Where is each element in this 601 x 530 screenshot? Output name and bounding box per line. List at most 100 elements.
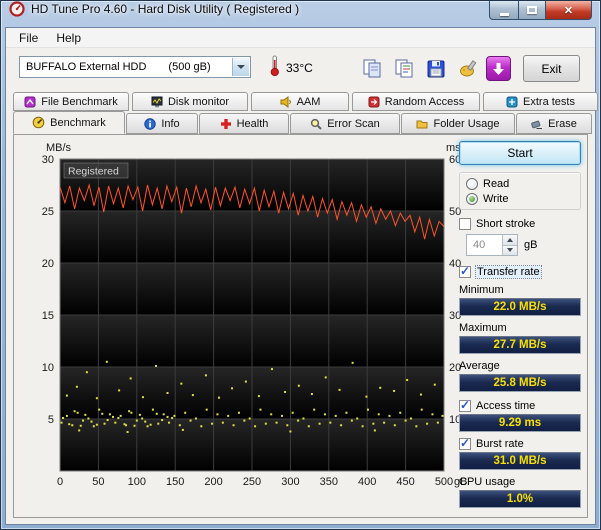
spinner-up-button[interactable] [502,235,517,246]
menu-file[interactable]: File [10,29,47,47]
svg-text:Registered: Registered [68,166,119,178]
checkbox-icon [459,398,471,412]
short-stroke-unit-label: gB [524,239,538,251]
benchmark-gauge-icon [32,116,45,129]
svg-text:150: 150 [166,476,184,488]
close-icon: ✕ [563,4,574,17]
benchmark-controls-panel: Start Read Write Short stroke 40 gB ✓ Tr… [459,141,581,513]
tab-extra-tests[interactable]: Extra tests [483,92,598,111]
tab-error-scan[interactable]: Error Scan [290,113,400,134]
info-icon [144,117,157,130]
svg-text:400: 400 [358,476,376,488]
spinner-down-button[interactable] [502,245,517,255]
svg-text:30: 30 [42,154,54,166]
minimize-icon [499,12,509,16]
maximize-button[interactable] [518,1,546,20]
svg-text:0: 0 [57,476,63,488]
chevron-down-icon [237,65,245,69]
cpu-usage-value: 1.0% [459,490,581,508]
combo-dropdown-button[interactable] [232,58,249,76]
checkbox-icon [459,218,471,230]
svg-text:450: 450 [396,476,414,488]
tab-disk-monitor[interactable]: Disk monitor [132,92,248,111]
access-time-checkbox[interactable]: Access time [459,398,581,412]
svg-text:250: 250 [243,476,261,488]
arrow-up-icon [507,237,513,242]
svg-text:MB/s: MB/s [46,142,72,154]
average-label: Average [459,360,500,372]
maximize-icon [527,6,537,14]
tab-info[interactable]: Info [126,113,198,134]
temperature-value: 33°C [286,61,313,75]
transfer-rate-checkbox[interactable]: Transfer rate [459,264,581,279]
folder-icon [416,120,428,128]
svg-text:500: 500 [435,476,453,488]
drive-name: BUFFALO External HDD [26,61,147,73]
drive-select[interactable]: BUFFALO External HDD (500 gB) [19,56,251,78]
disk-monitor-icon [151,96,163,107]
burst-rate-value: 31.0 MB/s [459,452,581,470]
tab-random-access[interactable]: Random Access [352,92,480,111]
maximum-value: 27.7 MB/s [459,336,581,354]
toolbar-buttons [358,55,511,82]
svg-text:5: 5 [48,414,54,426]
health-cross-icon [220,118,231,129]
minimum-label: Minimum [459,284,504,296]
spinner-value: 40 [473,239,486,251]
short-stroke-spinner[interactable]: 40 [466,234,518,256]
minimize-button[interactable] [489,1,518,20]
tab-file-benchmark[interactable]: File Benchmark [13,92,129,111]
svg-text:15: 15 [42,310,54,322]
app-icon [9,1,25,17]
svg-text:25: 25 [42,206,54,218]
save-icon [427,60,444,77]
benchmark-page: Registered MB/s ms 30 25 20 15 10 5 60 50 40 30 20 10 0… [13,134,588,518]
tab-health[interactable]: Health [199,113,289,134]
access-time-value: 9.29 ms [459,414,581,432]
speaker-icon [280,95,291,108]
read-radio[interactable]: Read [466,178,574,190]
drive-size: (500 gB) [168,61,211,73]
primary-tab-bar: Benchmark Info Health Error Scan Folder … [13,111,592,134]
close-button[interactable]: ✕ [546,1,592,20]
arrow-down-icon [507,248,513,253]
titlebar[interactable]: HD Tune Pro 4.60 - Hard Disk Utility ( R… [1,1,600,20]
svg-text:10: 10 [42,362,54,374]
svg-text:50: 50 [92,476,104,488]
write-radio[interactable]: Write [466,193,574,205]
tab-benchmark[interactable]: Benchmark [13,111,125,134]
hd-tune-window: HD Tune Pro 4.60 - Hard Disk Utility ( R… [0,0,601,530]
start-button[interactable]: Start [459,141,581,165]
tab-erase[interactable]: Erase [516,113,592,134]
menu-bar: File Help [6,28,595,48]
copy-text-button[interactable] [390,55,417,82]
options-button[interactable] [454,55,481,82]
maximum-label: Maximum [459,322,507,334]
file-benchmark-icon [24,96,36,107]
tab-folder-usage[interactable]: Folder Usage [401,113,515,134]
random-access-icon [368,96,380,107]
burst-rate-checkbox[interactable]: Burst rate [459,436,581,450]
short-stroke-checkbox[interactable]: Short stroke [459,218,581,230]
menu-help[interactable]: Help [47,29,90,47]
tab-aam[interactable]: AAM [251,92,349,111]
update-button[interactable] [486,56,511,81]
save-screenshot-button[interactable] [422,55,449,82]
cpu-usage-label: CPU usage [459,476,516,488]
benchmark-chart: Registered MB/s ms 30 25 20 15 10 5 60 50 40 30 20 10 0… [16,137,468,498]
radio-icon [466,193,478,205]
download-arrow-icon [493,62,504,75]
client-area: File Help BUFFALO External HDD (500 gB) … [5,27,598,525]
hand-icon [459,59,476,76]
average-value: 25.8 MB/s [459,374,581,392]
copy-text-icon [395,59,412,77]
copy-screenshot-button[interactable] [358,55,385,82]
toolbar: BUFFALO External HDD (500 gB) 33°C Exit [6,48,595,90]
window-title: HD Tune Pro 4.60 - Hard Disk Utility ( R… [31,2,300,16]
radio-icon [466,178,478,190]
svg-text:20: 20 [42,258,54,270]
extra-tests-icon [506,96,518,107]
svg-text:350: 350 [320,476,338,488]
magnifier-icon [311,118,322,130]
exit-button[interactable]: Exit [523,55,580,82]
